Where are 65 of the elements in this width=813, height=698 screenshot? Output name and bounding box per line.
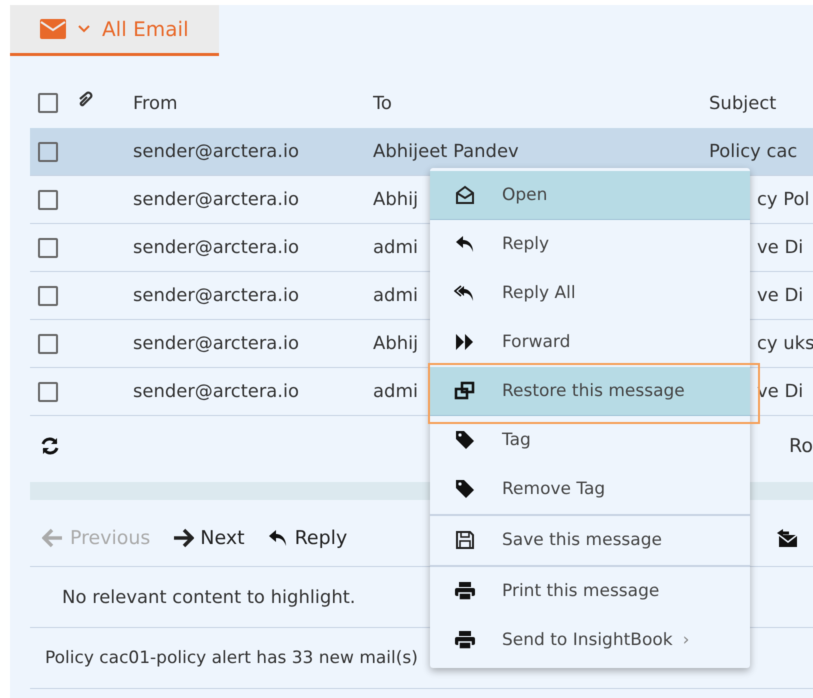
chevron-down-icon xyxy=(78,25,90,33)
menu-item[interactable]: Open xyxy=(430,171,750,220)
open-icon xyxy=(454,184,476,206)
subject-cell: ve Di xyxy=(757,285,804,306)
menu-item-label: Tag xyxy=(502,430,531,450)
tag-icon xyxy=(454,429,476,451)
menu-item-label: Reply All xyxy=(502,283,576,303)
tag-icon xyxy=(454,478,476,500)
envelope-icon xyxy=(40,19,66,39)
select-all-checkbox[interactable] xyxy=(38,93,58,113)
menu-item-label: Save this message xyxy=(502,530,662,550)
menu-item[interactable]: Save this message xyxy=(430,516,750,565)
to-cell: Abhijeet Pandev xyxy=(373,141,519,162)
menu-item-label: Send to InsightBook xyxy=(502,630,673,650)
from-cell: sender@arctera.io xyxy=(133,141,299,162)
menu-item[interactable]: Remove Tag xyxy=(430,465,750,514)
subject-cell: cy Pol xyxy=(757,189,810,210)
row-checkbox[interactable] xyxy=(38,286,58,306)
alert-message: Policy cac01-policy alert has 33 new mail(s) xyxy=(45,648,418,668)
menu-item[interactable]: Send to InsightBook › xyxy=(430,616,750,665)
from-cell: sender@arctera.io xyxy=(133,381,299,402)
menu-item[interactable]: Reply All xyxy=(430,269,750,318)
print-icon xyxy=(454,580,476,602)
reply-button[interactable]: Reply xyxy=(266,527,348,549)
to-cell: admi xyxy=(373,381,418,402)
row-checkbox[interactable] xyxy=(38,382,58,402)
right-arrow-icon xyxy=(172,527,194,549)
restore-icon xyxy=(454,380,476,402)
menu-item[interactable]: Forward xyxy=(430,318,750,367)
column-header[interactable]: To xyxy=(373,92,392,114)
next-button[interactable]: Next xyxy=(172,527,245,549)
row-checkbox[interactable] xyxy=(38,334,58,354)
menu-item-label: Remove Tag xyxy=(502,479,606,499)
to-cell: admi xyxy=(373,285,418,306)
column-header[interactable]: Subject xyxy=(709,92,776,114)
print-icon xyxy=(454,629,476,651)
menu-item[interactable]: Print this message xyxy=(430,567,750,616)
subject-cell: ve Di xyxy=(757,237,804,258)
message-row[interactable]: sender@arctera.io Abhijeet Pandev Policy cac xyxy=(30,128,813,176)
from-cell: sender@arctera.io xyxy=(133,285,299,306)
from-cell: sender@arctera.io xyxy=(133,333,299,354)
subject-cell: Policy cac xyxy=(709,141,798,162)
to-cell: Abhij xyxy=(373,189,418,210)
to-cell: Abhij xyxy=(373,333,418,354)
forward-icon xyxy=(454,331,476,353)
row-checkbox[interactable] xyxy=(38,190,58,210)
from-cell: sender@arctera.io xyxy=(133,237,299,258)
to-cell: admi xyxy=(373,237,418,258)
column-header[interactable]: From xyxy=(133,92,178,114)
submenu-arrow: › xyxy=(682,630,690,650)
menu-item-label: Print this message xyxy=(502,581,660,601)
refresh-icon[interactable] xyxy=(40,436,60,456)
preview-message: No relevant content to highlight. xyxy=(62,586,356,608)
row-checkbox[interactable] xyxy=(38,238,58,258)
rows-label: Ro xyxy=(789,435,813,457)
left-arrow-icon xyxy=(42,527,64,549)
save-icon xyxy=(454,529,476,551)
menu-item-label: Forward xyxy=(502,332,570,352)
menu-item[interactable]: Tag xyxy=(430,416,750,465)
menu-item-label: Restore this message xyxy=(502,381,685,401)
from-cell: sender@arctera.io xyxy=(133,189,299,210)
menu-item-label: Open xyxy=(502,185,548,205)
row-checkbox[interactable] xyxy=(38,142,58,162)
menu-item[interactable]: Restore this message xyxy=(430,367,750,416)
menu-item-label: Reply xyxy=(502,234,550,254)
